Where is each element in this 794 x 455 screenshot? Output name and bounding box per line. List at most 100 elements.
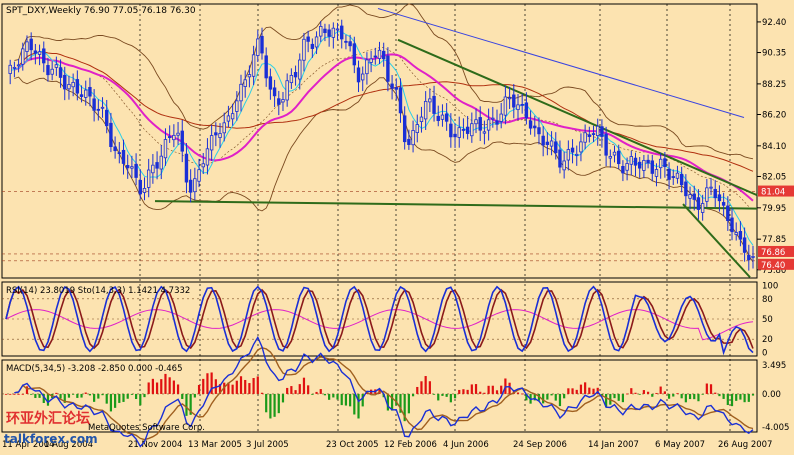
price-tick-label: 86.20 xyxy=(762,110,786,120)
macd-histogram-bar xyxy=(726,393,729,406)
macd-label: MACD(5,34,5) -3.208 -2.850 0.000 -0.465 xyxy=(6,364,183,374)
macd-histogram-bar xyxy=(46,393,50,406)
macd-histogram-bar xyxy=(571,388,574,394)
macd-histogram-bar xyxy=(684,393,687,403)
macd-histogram-bar xyxy=(239,376,243,394)
candle-body xyxy=(696,197,701,210)
macd-histogram-bar xyxy=(432,393,436,395)
candle-body xyxy=(113,146,117,152)
macd-histogram-bar xyxy=(693,393,696,400)
macd-histogram-bar xyxy=(244,379,247,394)
macd-histogram-bar xyxy=(315,391,318,394)
x-tick-label: 26 Aug 2007 xyxy=(718,440,772,450)
macd-histogram-bar xyxy=(17,393,20,395)
chart-header-label: SPT_DXY,Weekly 76.90 77.05 76.18 76.30 xyxy=(6,6,196,16)
candle-body xyxy=(717,194,722,202)
price-tick-label: 90.35 xyxy=(762,49,786,59)
macd-histogram-bar xyxy=(231,384,234,394)
macd-histogram-bar xyxy=(483,392,486,394)
macd-histogram-bar xyxy=(13,393,16,395)
candle-body xyxy=(222,122,226,134)
candle-body xyxy=(79,94,84,97)
candle-body xyxy=(604,133,608,156)
macd-histogram-bar xyxy=(59,393,62,399)
macd-histogram-bar xyxy=(298,384,301,394)
candle-body xyxy=(621,166,625,174)
macd-histogram-bar xyxy=(160,379,163,394)
macd-histogram-bar xyxy=(714,392,717,394)
macd-histogram-bar xyxy=(655,392,658,394)
macd-histogram-bar xyxy=(353,393,356,415)
candle-body xyxy=(411,130,415,146)
candle-body xyxy=(516,104,520,111)
macd-histogram-bar xyxy=(97,393,100,399)
macd-histogram-bar xyxy=(676,393,679,395)
candle-body xyxy=(58,67,63,78)
candle-body xyxy=(646,159,650,164)
macd-histogram-bar xyxy=(319,389,322,394)
macd-histogram-bar xyxy=(269,393,272,419)
price-tick-label: 79.95 xyxy=(762,204,786,214)
macd-histogram-bar xyxy=(563,393,566,399)
candle-body xyxy=(642,160,646,171)
candle-body xyxy=(528,120,533,129)
watermark-site: talkforex.com xyxy=(4,432,98,446)
macd-histogram-bar xyxy=(613,393,616,399)
macd-tick-label: -4.005 xyxy=(762,423,789,433)
macd-histogram-bar xyxy=(621,393,625,403)
macd-histogram-bar xyxy=(84,392,87,394)
candle-body xyxy=(21,48,25,65)
candle-body xyxy=(352,43,357,66)
candle-body xyxy=(176,132,180,136)
macd-histogram-bar xyxy=(554,393,557,401)
candle-body xyxy=(63,74,67,90)
macd-histogram-bar xyxy=(4,393,8,395)
macd-histogram-bar xyxy=(193,393,196,398)
macd-histogram-bar xyxy=(30,393,33,395)
macd-histogram-bar xyxy=(651,393,654,397)
macd-histogram-bar xyxy=(701,393,704,395)
macd-histogram-bar xyxy=(235,380,238,394)
candle-body xyxy=(172,134,176,141)
macd-histogram-bar xyxy=(558,393,562,407)
macd-histogram-bar xyxy=(130,393,133,395)
macd-histogram-bar xyxy=(428,381,431,394)
chart-root: 11 Apr 2004 1 Aug 2004 21 Nov 2004 13 Mar 2… xyxy=(0,0,794,451)
macd-histogram-bar xyxy=(592,388,595,394)
macd-histogram-bar xyxy=(470,384,473,394)
candle-body xyxy=(419,116,424,122)
macd-histogram-bar xyxy=(584,382,587,394)
price-tick-label: 88.25 xyxy=(762,80,786,90)
candle-body xyxy=(617,150,621,165)
x-tick-label: 21 Nov 2004 xyxy=(128,440,182,450)
candle-body xyxy=(713,188,717,199)
x-tick-label: 4 Jun 2006 xyxy=(443,440,489,450)
sto-tick-label: 20 xyxy=(762,335,773,345)
candle-body xyxy=(331,27,336,38)
macd-histogram-bar xyxy=(751,393,755,396)
macd-histogram-bar xyxy=(164,373,167,394)
candle-body xyxy=(356,67,361,83)
macd-histogram-bar xyxy=(307,385,310,394)
candle-body xyxy=(608,156,613,159)
candle-body xyxy=(428,98,432,103)
candle-body xyxy=(197,169,201,182)
macd-histogram-bar xyxy=(718,393,721,397)
candle-body xyxy=(679,173,684,186)
candle-body xyxy=(92,98,96,111)
candle-body xyxy=(407,138,411,145)
macd-histogram-bar xyxy=(118,393,121,403)
candle-body xyxy=(281,99,285,103)
candle-body xyxy=(507,97,512,100)
candle-body xyxy=(549,140,554,147)
sto-tick-label: 50 xyxy=(762,315,773,325)
macd-histogram-bar xyxy=(579,384,583,394)
candle-body xyxy=(520,104,524,106)
candle-body xyxy=(344,40,348,43)
candle-body xyxy=(423,100,428,120)
candle-body xyxy=(709,186,713,189)
candle-body xyxy=(75,79,80,94)
macd-histogram-bar xyxy=(76,393,79,398)
candle-body xyxy=(461,129,466,131)
candle-body xyxy=(260,35,264,54)
